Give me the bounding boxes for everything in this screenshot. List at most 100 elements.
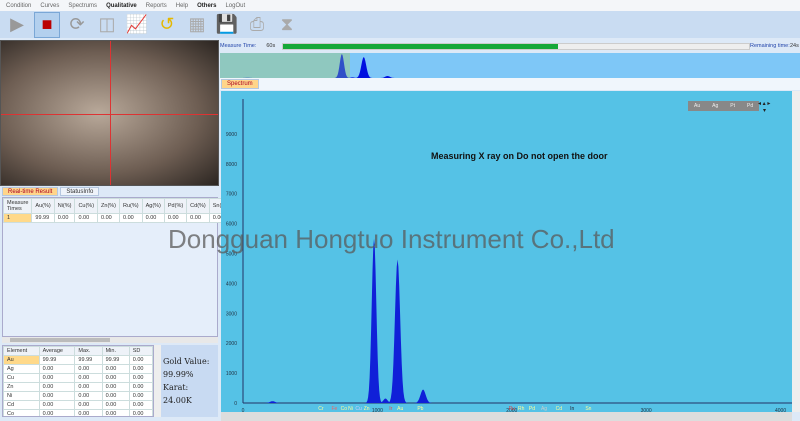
column-header[interactable]: Pd(%) bbox=[163, 198, 188, 214]
menu-logout[interactable]: LogOut bbox=[225, 3, 245, 9]
table-cell: 0.00 bbox=[128, 364, 153, 374]
column-header[interactable]: Cu(%) bbox=[74, 198, 99, 214]
crosshair-v bbox=[110, 41, 111, 185]
element-button-au[interactable]: Au bbox=[688, 101, 706, 111]
menu-spectrums[interactable]: Spectrums bbox=[68, 3, 97, 9]
calculator-button[interactable]: ▦ bbox=[184, 12, 210, 38]
table-cell: 0.00 bbox=[38, 382, 76, 392]
gold-value-label: Gold Value: bbox=[163, 357, 210, 366]
vertical-scrollbar[interactable] bbox=[154, 345, 161, 417]
table-cell: 0.00 bbox=[141, 213, 165, 223]
element-button-pd[interactable]: Pd bbox=[741, 101, 759, 111]
column-header[interactable]: Min. bbox=[101, 346, 130, 356]
column-header[interactable]: Ag(%) bbox=[141, 198, 165, 214]
stop-icon: ■ bbox=[41, 14, 53, 34]
tab-realtime-result[interactable]: Real-time Result bbox=[2, 187, 59, 196]
save-button[interactable]: 💾 bbox=[214, 12, 240, 38]
table-cell: 0.00 bbox=[128, 355, 153, 365]
column-header[interactable]: Max. bbox=[74, 346, 103, 356]
table-cell: Ag bbox=[3, 364, 40, 374]
menu-curves[interactable]: Curves bbox=[40, 3, 59, 9]
refresh-button[interactable]: ⟳ bbox=[64, 12, 90, 38]
menu-condition[interactable]: Condition bbox=[6, 3, 31, 9]
table-cell: 0.00 bbox=[74, 391, 103, 401]
table-cell: 1 bbox=[2, 213, 33, 223]
column-header[interactable]: Measure Times bbox=[2, 198, 33, 214]
table-row[interactable]: Ag 0.00 0.00 0.00 0.00 bbox=[3, 364, 153, 374]
column-header[interactable]: Average bbox=[38, 346, 76, 356]
table-row[interactable]: 1 99.99 0.00 0.00 0.00 0.00 0.00 0.00 0.00 0.00 bbox=[2, 213, 228, 223]
tab-spectrum[interactable]: Spectrum bbox=[221, 79, 259, 89]
spectrum-peak bbox=[413, 389, 434, 403]
column-header[interactable]: SD bbox=[128, 346, 153, 356]
table-row[interactable]: Cd 0.00 0.00 0.00 0.00 bbox=[3, 400, 153, 410]
split-view-button[interactable]: ◫ bbox=[94, 12, 120, 38]
refresh-icon: ⟳ bbox=[69, 14, 85, 34]
table-cell: 0.00 bbox=[38, 409, 76, 416]
y-tick-label: 7000 bbox=[226, 192, 237, 198]
column-header[interactable]: Au(%) bbox=[31, 198, 55, 214]
y-tick-label: 1000 bbox=[226, 371, 237, 377]
progress-bar bbox=[282, 43, 750, 50]
table-cell: 0.00 bbox=[119, 213, 143, 223]
table-cell: 0.00 bbox=[53, 213, 76, 223]
spectrum-overview[interactable] bbox=[220, 53, 800, 78]
table-cell: 0.00 bbox=[74, 382, 103, 392]
header-row: Element Average Max. Min. SD bbox=[3, 346, 153, 356]
element-button-ag[interactable]: Ag bbox=[706, 101, 724, 111]
column-header[interactable]: Zn(%) bbox=[97, 198, 121, 214]
table-cell: 99.99 bbox=[38, 355, 76, 365]
table-cell: 0.00 bbox=[186, 213, 210, 223]
y-tick-label: 8000 bbox=[226, 162, 237, 168]
hourglass-icon: ⧗ bbox=[280, 14, 294, 34]
column-header[interactable]: Ru(%) bbox=[119, 198, 143, 214]
table-cell: 0.00 bbox=[74, 373, 103, 383]
table-cell: Zn bbox=[3, 382, 40, 392]
split-view-icon: ◫ bbox=[98, 14, 116, 34]
spectrum-peak bbox=[365, 238, 383, 403]
table-row[interactable]: Zn 0.00 0.00 0.00 0.00 bbox=[3, 382, 153, 392]
menu-qualitative[interactable]: Qualitative bbox=[106, 3, 137, 9]
print-button[interactable]: ⎙ bbox=[244, 12, 270, 38]
spectrum-tab-bar: Spectrum bbox=[220, 78, 800, 90]
plot-vertical-scrollbar[interactable] bbox=[792, 91, 800, 412]
pan-arrows[interactable]: ◂ ▴ ▸ ▾ bbox=[758, 101, 770, 115]
overview-peak bbox=[333, 54, 351, 78]
stop-button[interactable]: ■ bbox=[34, 11, 60, 38]
table-cell: 0.00 bbox=[74, 213, 99, 223]
column-header[interactable]: Ni(%) bbox=[53, 198, 76, 214]
table-row[interactable]: Cu 0.00 0.00 0.00 0.00 bbox=[3, 373, 153, 383]
element-button-pt[interactable]: Pt bbox=[724, 101, 741, 111]
play-icon: ▶ bbox=[10, 14, 24, 34]
plot-horizontal-scrollbar[interactable] bbox=[221, 412, 792, 421]
table-row[interactable]: Ni 0.00 0.00 0.00 0.00 bbox=[3, 391, 153, 401]
menu-reports[interactable]: Reports bbox=[146, 3, 167, 9]
table-cell: 0.00 bbox=[101, 373, 130, 383]
play-button[interactable]: ▶ bbox=[4, 12, 30, 38]
table-cell: 0.00 bbox=[101, 409, 130, 416]
result-tabs: Real-time Result StatusInfo bbox=[0, 187, 219, 196]
horizontal-scrollbar[interactable] bbox=[2, 337, 218, 343]
overview-chart bbox=[238, 54, 397, 78]
menu-help[interactable]: Help bbox=[176, 3, 188, 9]
remaining-time-label: Remaining time: bbox=[750, 43, 790, 49]
y-tick-label: 2000 bbox=[226, 341, 237, 347]
table-cell: Cd bbox=[3, 400, 40, 410]
camera-view bbox=[0, 40, 219, 186]
chart-line-button[interactable]: 📈 bbox=[124, 12, 150, 38]
table-row[interactable]: Co 0.00 0.00 0.00 0.00 bbox=[3, 409, 153, 416]
table-cell: 0.00 bbox=[74, 364, 103, 374]
measure-time-label: Measure Time: bbox=[220, 43, 257, 49]
table-row[interactable]: Au 99.99 99.99 99.99 0.00 bbox=[3, 355, 153, 365]
element-buttons: Au Ag Pt Pd bbox=[688, 101, 760, 111]
save-icon: 💾 bbox=[215, 14, 239, 34]
hourglass-button[interactable]: ⧗ bbox=[274, 12, 300, 38]
realtime-table: Measure Times Au(%) Ni(%) Cu(%) Zn(%) Ru(%) Ag… bbox=[2, 198, 228, 223]
history-button[interactable]: ↺ bbox=[154, 12, 180, 38]
column-header[interactable]: Cd(%) bbox=[186, 198, 210, 214]
menu-others[interactable]: Others bbox=[197, 3, 216, 9]
column-header[interactable]: Element bbox=[3, 346, 40, 356]
tab-status-info[interactable]: StatusInfo bbox=[60, 187, 100, 196]
table-cell: 0.00 bbox=[38, 364, 76, 374]
table-cell: 0.00 bbox=[74, 409, 103, 416]
